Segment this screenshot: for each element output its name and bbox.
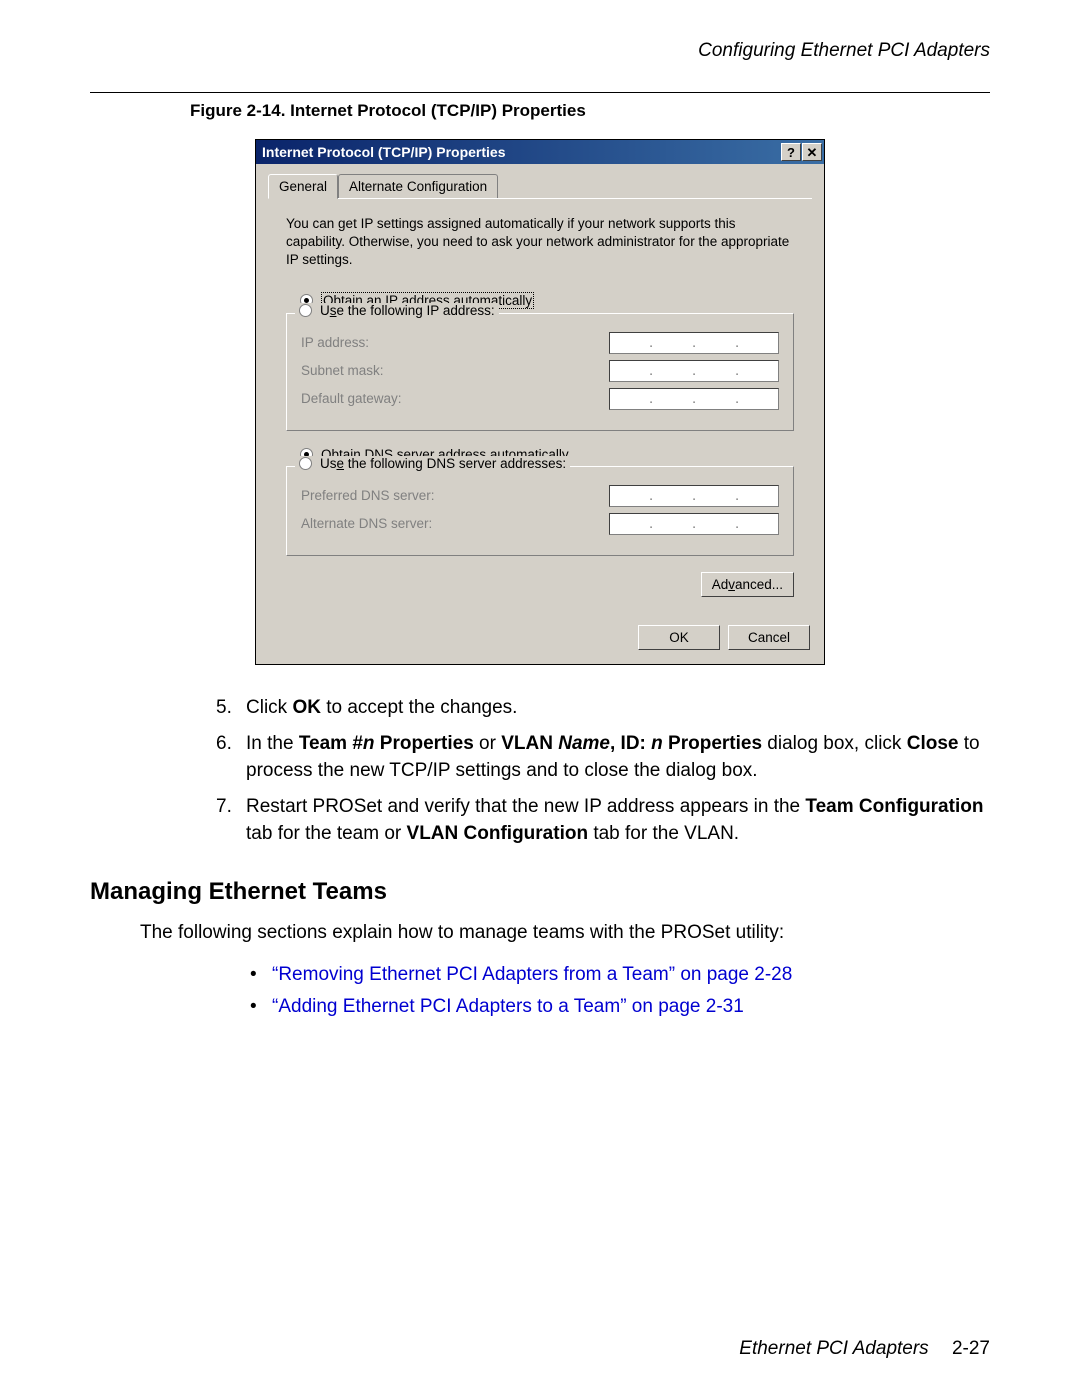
input-default-gateway[interactable]: ... — [609, 388, 779, 410]
section-intro: The following sections explain how to ma… — [140, 920, 990, 947]
tab-alternate-configuration[interactable]: Alternate Configuration — [338, 174, 498, 198]
radio-label: Use the following IP address: — [320, 303, 495, 318]
tab-general[interactable]: General — [268, 174, 338, 199]
step-number: 5. — [216, 695, 246, 722]
running-header: Configuring Ethernet PCI Adapters — [90, 40, 990, 62]
ordered-steps: 5. Click OK to accept the changes. 6. In… — [216, 695, 990, 848]
radio-icon — [299, 304, 312, 317]
group-use-ip: Use the following IP address: IP address… — [286, 313, 794, 431]
header-rule — [90, 92, 990, 93]
label-alternate-dns: Alternate DNS server: — [301, 516, 432, 531]
label-preferred-dns: Preferred DNS server: — [301, 488, 435, 503]
step-number: 6. — [216, 731, 246, 784]
input-preferred-dns[interactable]: ... — [609, 485, 779, 507]
ok-button[interactable]: OK — [638, 625, 720, 650]
dialog-title: Internet Protocol (TCP/IP) Properties — [262, 144, 505, 160]
radio-icon — [299, 457, 312, 470]
input-ip-address[interactable]: ... — [609, 332, 779, 354]
group-use-dns: Use the following DNS server addresses: … — [286, 466, 794, 556]
step-number: 7. — [216, 794, 246, 847]
step-body: Restart PROSet and verify that the new I… — [246, 794, 990, 847]
label-ip-address: IP address: — [301, 335, 369, 350]
intro-text: You can get IP settings assigned automat… — [286, 215, 794, 270]
dialog-titlebar: Internet Protocol (TCP/IP) Properties ? … — [256, 140, 824, 164]
label-default-gateway: Default gateway: — [301, 391, 402, 406]
step-body: In the Team #n Properties or VLAN Name, … — [246, 731, 990, 784]
step-5: 5. Click OK to accept the changes. — [216, 695, 990, 722]
page-number: 2-27 — [952, 1338, 990, 1359]
bullet-dot-icon: • — [250, 996, 272, 1018]
bullet-item: • “Removing Ethernet PCI Adapters from a… — [250, 964, 990, 986]
radio-use-following-ip[interactable]: Use the following IP address: — [295, 303, 499, 318]
advanced-button[interactable]: Advanced... — [701, 572, 794, 597]
step-6: 6. In the Team #n Properties or VLAN Nam… — [216, 731, 990, 784]
input-subnet-mask[interactable]: ... — [609, 360, 779, 382]
heading-managing-ethernet-teams: Managing Ethernet Teams — [90, 878, 990, 906]
page-footer: Ethernet PCI Adapters 2-27 — [739, 1338, 990, 1360]
step-body: Click OK to accept the changes. — [246, 695, 990, 722]
figure-caption: Figure 2-14. Internet Protocol (TCP/IP) … — [190, 101, 990, 121]
link-adding-adapters[interactable]: “Adding Ethernet PCI Adapters to a Team”… — [272, 996, 744, 1018]
help-icon[interactable]: ? — [781, 143, 801, 161]
footer-label: Ethernet PCI Adapters — [739, 1338, 928, 1359]
step-7: 7. Restart PROSet and verify that the ne… — [216, 794, 990, 847]
radio-use-following-dns[interactable]: Use the following DNS server addresses: — [295, 456, 570, 471]
dialog-footer: OK Cancel — [256, 619, 824, 664]
radio-label: Use the following DNS server addresses: — [320, 456, 566, 471]
cancel-button[interactable]: Cancel — [728, 625, 810, 650]
close-icon[interactable]: ✕ — [802, 143, 822, 161]
tab-panel-general: You can get IP settings assigned automat… — [268, 198, 812, 609]
bullet-item: • “Adding Ethernet PCI Adapters to a Tea… — [250, 996, 990, 1018]
tcpip-properties-dialog: Internet Protocol (TCP/IP) Properties ? … — [255, 139, 825, 665]
bullet-list: • “Removing Ethernet PCI Adapters from a… — [250, 964, 990, 1018]
tab-strip: General Alternate Configuration — [256, 164, 824, 198]
label-subnet-mask: Subnet mask: — [301, 363, 384, 378]
link-removing-adapters[interactable]: “Removing Ethernet PCI Adapters from a T… — [272, 964, 792, 986]
bullet-dot-icon: • — [250, 964, 272, 986]
input-alternate-dns[interactable]: ... — [609, 513, 779, 535]
